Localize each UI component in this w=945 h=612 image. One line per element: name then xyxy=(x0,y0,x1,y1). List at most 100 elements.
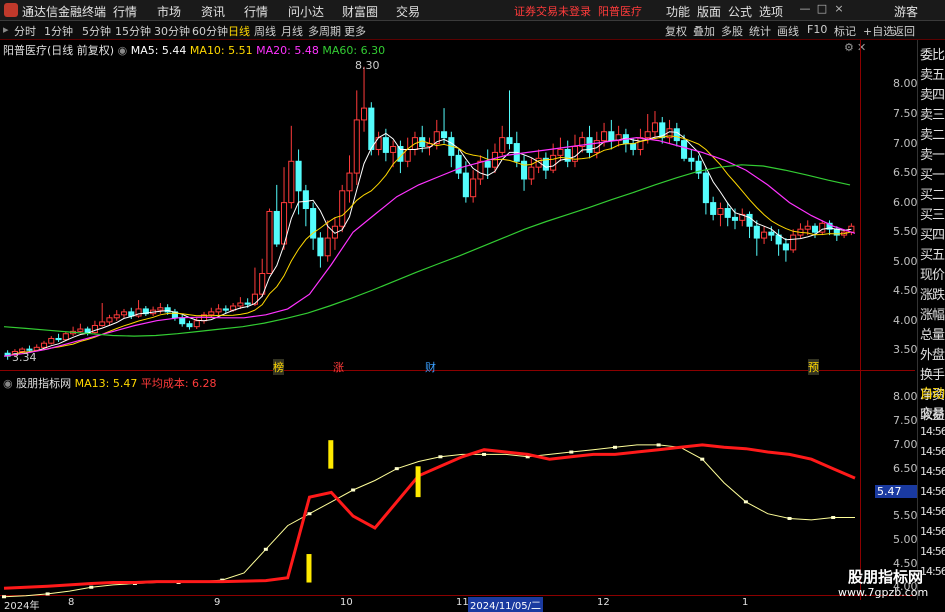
candle-body xyxy=(484,160,491,168)
side-time-3: 14:56 xyxy=(920,485,945,498)
candle-body xyxy=(528,166,535,180)
candle-body xyxy=(441,131,448,139)
sub-tick-6: 5.00 xyxy=(893,532,918,546)
side-time-7: 14:56 xyxy=(920,565,945,578)
candle-body xyxy=(317,237,324,257)
sub-ma13-dot xyxy=(743,500,748,504)
sub-ma13-dot xyxy=(831,516,836,520)
candle-body xyxy=(273,210,280,245)
candle-body xyxy=(222,308,229,311)
sub-ma13-dot xyxy=(351,488,356,492)
price-tick-8: 4.00 xyxy=(893,313,918,327)
side-time-4: 14:56 xyxy=(920,505,945,518)
low-price-label: 3.34 xyxy=(12,351,37,364)
candle-body xyxy=(644,131,651,139)
event-mark-bang[interactable]: 榜 xyxy=(273,359,284,375)
ma10-line xyxy=(7,135,852,357)
candle-body xyxy=(186,323,193,328)
candle-body xyxy=(251,293,258,305)
sub-tick-3: 6.50 xyxy=(893,461,918,475)
candle-body xyxy=(157,307,164,311)
candle-body xyxy=(753,225,760,239)
candle-body xyxy=(215,308,222,313)
sub-tick-1: 7.50 xyxy=(893,414,918,428)
candle-body xyxy=(266,210,273,274)
side-time-0: 14:56 xyxy=(920,425,945,438)
sub-ma13-dot xyxy=(700,457,705,461)
sub-ma13-dot xyxy=(89,585,94,589)
x-label-aug: 8 xyxy=(68,597,75,608)
price-tick-3: 6.50 xyxy=(893,166,918,180)
candle-body xyxy=(673,128,680,142)
side-label-0: 委比 xyxy=(920,48,945,63)
event-mark-zhang[interactable]: 涨 xyxy=(333,359,344,375)
candle-body xyxy=(55,337,62,341)
candle-body xyxy=(608,131,615,142)
candle-body xyxy=(790,234,797,251)
candle-body xyxy=(346,172,353,192)
sub-ma13-line xyxy=(3,444,855,598)
candle-body xyxy=(62,333,69,341)
sub-signal-bar xyxy=(306,554,312,583)
quote-side-panel: 委比 卖五 卖四 卖三 卖二 卖一 买一 买二 买三 买四 买五 现价 涨跌 涨幅 总量 外盘 换手 净资 收益 自动… xyxy=(917,40,945,600)
side-label-14: 总量 xyxy=(920,328,945,343)
event-mark-yu[interactable]: 预 xyxy=(808,359,819,375)
watermark-url: www.7gpzb.com xyxy=(838,586,929,599)
candle-body xyxy=(288,160,295,204)
price-tick-2: 7.00 xyxy=(893,136,918,150)
watermark-name: 股朋指标网 xyxy=(848,568,924,586)
candle-body xyxy=(302,190,309,210)
candlestick-chart[interactable] xyxy=(0,0,945,609)
candle-body xyxy=(84,328,91,334)
candle-body xyxy=(681,140,688,159)
candle-body xyxy=(382,137,389,153)
price-tick-0: 8.00 xyxy=(893,77,918,91)
sub-signal-bar xyxy=(415,466,421,498)
candle-body xyxy=(651,122,659,133)
candle-body xyxy=(208,311,215,316)
candle-body xyxy=(637,137,644,150)
candle-body xyxy=(710,202,717,215)
candle-body xyxy=(368,107,375,150)
candle-body xyxy=(40,342,48,348)
candle-body xyxy=(99,321,106,326)
candle-body xyxy=(324,237,331,257)
sub-ma13-dot xyxy=(438,455,443,459)
side-bottom-label-1[interactable]: 交易 xyxy=(920,403,945,422)
candle-body xyxy=(48,337,55,344)
side-label-2: 卖四 xyxy=(920,88,945,103)
sub-red-line xyxy=(3,443,856,590)
x-label-sep: 9 xyxy=(214,597,221,608)
candle-body xyxy=(521,160,528,180)
candle-body xyxy=(506,137,513,145)
candle-body xyxy=(193,320,200,328)
sub-ma13-dot xyxy=(307,512,312,516)
side-time-5: 14:56 xyxy=(920,525,945,538)
side-label-16: 换手 xyxy=(920,368,945,383)
candle-body xyxy=(120,311,128,316)
candle-body xyxy=(295,160,302,192)
candle-body xyxy=(237,302,244,307)
side-label-6: 买一 xyxy=(920,168,945,183)
sub-ma13-dot xyxy=(263,547,268,551)
sub-ma13-dot xyxy=(787,516,792,520)
candle-body xyxy=(630,143,637,150)
candle-body xyxy=(499,137,506,153)
sub-signal-bar xyxy=(328,440,334,469)
side-label-12: 涨跌 xyxy=(920,288,945,303)
candle-body xyxy=(557,148,564,156)
side-bottom-label-0[interactable]: 自动 xyxy=(920,383,945,402)
side-label-1: 卖五 xyxy=(920,68,945,83)
sub-current-value-tag: 5.47 xyxy=(875,485,917,498)
side-label-8: 买三 xyxy=(920,208,945,223)
high-price-label: 8.30 xyxy=(355,59,380,72)
side-label-5: 卖一 xyxy=(920,148,945,163)
x-label-dec: 12 xyxy=(597,597,610,608)
side-time-6: 14:56 xyxy=(920,545,945,558)
event-mark-cai[interactable]: 财 xyxy=(425,359,436,375)
candle-body xyxy=(455,154,462,174)
candle-body xyxy=(717,208,724,215)
side-label-13: 涨幅 xyxy=(920,308,945,323)
candle-body xyxy=(310,208,317,239)
candle-body xyxy=(702,172,709,204)
